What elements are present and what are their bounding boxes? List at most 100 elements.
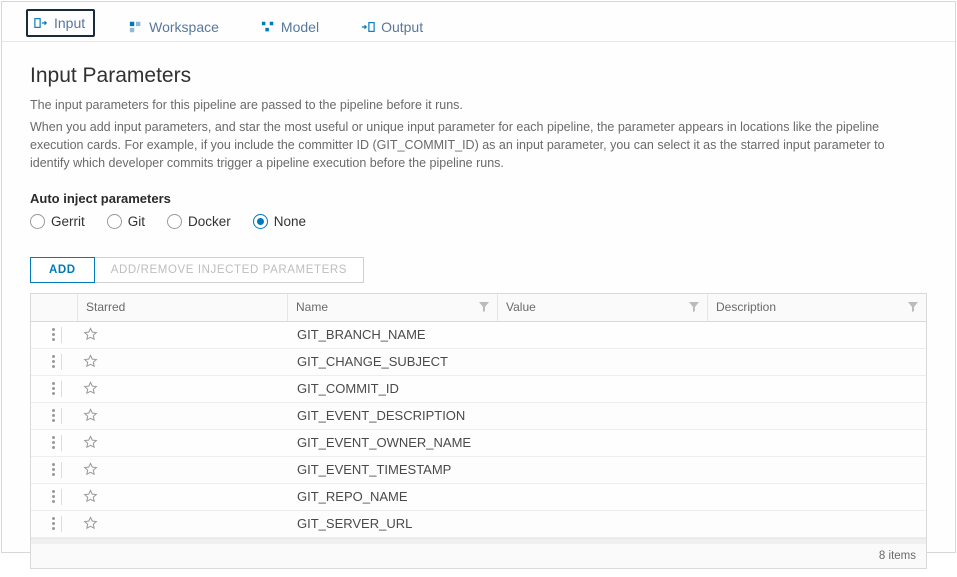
separator xyxy=(61,327,62,343)
row-actions xyxy=(31,327,77,343)
add-button[interactable]: ADD xyxy=(30,257,95,283)
th-value[interactable]: Value xyxy=(497,294,707,321)
star-icon[interactable] xyxy=(83,489,98,504)
star-icon[interactable] xyxy=(83,354,98,369)
radio-docker-label: Docker xyxy=(188,214,231,229)
parameters-table: Starred Name Value Description GIT_BRANC… xyxy=(30,293,927,569)
th-actions xyxy=(31,294,77,321)
table-row: GIT_EVENT_TIMESTAMP xyxy=(31,457,926,484)
radio-icon xyxy=(167,214,182,229)
filter-icon[interactable] xyxy=(479,302,489,312)
th-description-label: Description xyxy=(716,300,776,314)
star-icon[interactable] xyxy=(83,381,98,396)
tab-model-label: Model xyxy=(281,19,319,35)
star-icon[interactable] xyxy=(83,408,98,423)
cell-name: GIT_CHANGE_SUBJECT xyxy=(287,354,497,369)
row-actions xyxy=(31,462,77,478)
tab-output[interactable]: Output xyxy=(355,13,431,41)
row-actions xyxy=(31,408,77,424)
cell-starred xyxy=(77,435,287,450)
tab-workspace-label: Workspace xyxy=(149,19,219,35)
tab-model[interactable]: Model xyxy=(255,13,327,41)
table-row: GIT_EVENT_DESCRIPTION xyxy=(31,403,926,430)
row-menu-icon[interactable] xyxy=(52,355,55,368)
radio-none-label: None xyxy=(274,214,306,229)
tab-input-label: Input xyxy=(54,15,85,31)
row-menu-icon[interactable] xyxy=(52,328,55,341)
cell-starred xyxy=(77,516,287,531)
th-description[interactable]: Description xyxy=(707,294,926,321)
separator xyxy=(61,462,62,478)
output-icon xyxy=(361,20,375,34)
row-menu-icon[interactable] xyxy=(52,490,55,503)
cell-starred xyxy=(77,489,287,504)
tab-input[interactable]: Input xyxy=(26,9,95,37)
item-count: 8 items xyxy=(879,550,916,562)
radio-gerrit-label: Gerrit xyxy=(51,214,85,229)
model-icon xyxy=(261,20,275,34)
add-remove-injected-button: ADD/REMOVE INJECTED PARAMETERS xyxy=(95,257,364,283)
star-icon[interactable] xyxy=(83,462,98,477)
table-body: GIT_BRANCH_NAME GIT_CHANGE_SUBJECT GIT_COM… xyxy=(31,322,926,538)
row-menu-icon[interactable] xyxy=(52,517,55,530)
tab-workspace[interactable]: Workspace xyxy=(123,13,227,41)
workspace-icon xyxy=(129,20,143,34)
radio-git-label: Git xyxy=(128,214,145,229)
tab-bar: Input Workspace Model Output xyxy=(2,2,955,42)
separator xyxy=(61,489,62,505)
separator xyxy=(61,435,62,451)
star-icon[interactable] xyxy=(83,327,98,342)
radio-icon xyxy=(107,214,122,229)
page-desc-2: When you add input parameters, and star … xyxy=(30,118,927,172)
cell-name: GIT_EVENT_OWNER_NAME xyxy=(287,435,497,450)
page-title: Input Parameters xyxy=(30,64,927,88)
table-footer: 8 items xyxy=(31,544,926,568)
th-name-label: Name xyxy=(296,300,328,314)
cell-name: GIT_REPO_NAME xyxy=(287,489,497,504)
table-row: GIT_COMMIT_ID xyxy=(31,376,926,403)
cell-starred xyxy=(77,381,287,396)
separator xyxy=(61,354,62,370)
cell-starred xyxy=(77,354,287,369)
cell-name: GIT_COMMIT_ID xyxy=(287,381,497,396)
th-starred-label: Starred xyxy=(86,300,125,314)
table-header: Starred Name Value Description xyxy=(31,294,926,322)
filter-icon[interactable] xyxy=(908,302,918,312)
th-value-label: Value xyxy=(506,300,536,314)
th-starred[interactable]: Starred xyxy=(77,294,287,321)
radio-git[interactable]: Git xyxy=(107,214,145,229)
radio-icon xyxy=(30,214,45,229)
input-icon xyxy=(34,16,48,30)
star-icon[interactable] xyxy=(83,435,98,450)
table-row: GIT_CHANGE_SUBJECT xyxy=(31,349,926,376)
separator xyxy=(61,381,62,397)
row-menu-icon[interactable] xyxy=(52,436,55,449)
row-actions xyxy=(31,381,77,397)
cell-starred xyxy=(77,327,287,342)
radio-icon xyxy=(253,214,268,229)
cell-name: GIT_SERVER_URL xyxy=(287,516,497,531)
row-menu-icon[interactable] xyxy=(52,382,55,395)
tab-output-label: Output xyxy=(381,19,423,35)
auto-inject-label: Auto inject parameters xyxy=(30,191,927,206)
cell-name: GIT_EVENT_DESCRIPTION xyxy=(287,408,497,423)
row-actions xyxy=(31,516,77,532)
filter-icon[interactable] xyxy=(689,302,699,312)
radio-none[interactable]: None xyxy=(253,214,306,229)
row-actions xyxy=(31,354,77,370)
cell-name: GIT_EVENT_TIMESTAMP xyxy=(287,462,497,477)
separator xyxy=(61,408,62,424)
radio-docker[interactable]: Docker xyxy=(167,214,231,229)
th-name[interactable]: Name xyxy=(287,294,497,321)
page-desc-1: The input parameters for this pipeline a… xyxy=(30,96,927,114)
cell-starred xyxy=(77,462,287,477)
table-row: GIT_SERVER_URL xyxy=(31,511,926,538)
star-icon[interactable] xyxy=(83,516,98,531)
cell-starred xyxy=(77,408,287,423)
row-actions xyxy=(31,489,77,505)
row-menu-icon[interactable] xyxy=(52,463,55,476)
row-menu-icon[interactable] xyxy=(52,409,55,422)
radio-gerrit[interactable]: Gerrit xyxy=(30,214,85,229)
auto-inject-group: Gerrit Git Docker None xyxy=(30,214,927,229)
table-row: GIT_BRANCH_NAME xyxy=(31,322,926,349)
